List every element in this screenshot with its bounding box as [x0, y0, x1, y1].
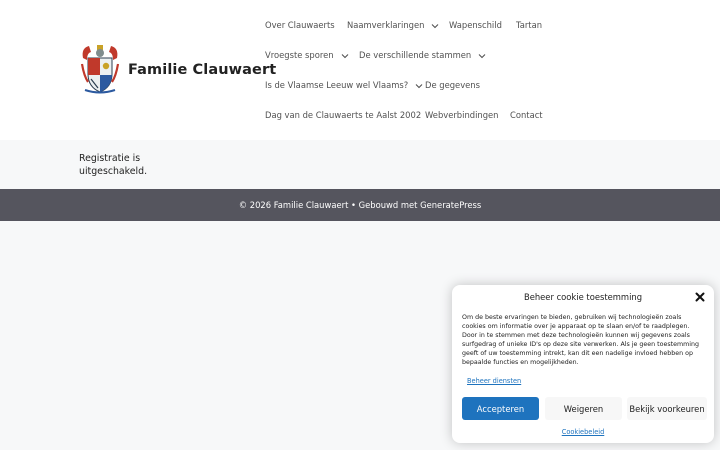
nav-item-webverbindingen[interactable]: Webverbindingen: [425, 109, 499, 121]
nav-item-label: Wapenschild: [449, 20, 502, 30]
chevron-down-icon: [415, 83, 423, 88]
nav-item-label: Is de Vlaamse Leeuw wel Vlaams?: [265, 80, 409, 90]
family-coat-of-arms-icon[interactable]: [79, 44, 121, 95]
nav-item-label: Naamverklaringen: [347, 20, 425, 30]
nav-item-label: Webverbindingen: [425, 110, 499, 120]
nav-item-label: Contact: [510, 110, 543, 120]
footer-built-with-link[interactable]: Gebouwd met GeneratePress: [359, 200, 482, 210]
accept-button[interactable]: Accepteren: [462, 397, 539, 420]
cookie-dialog-body: Om de beste ervaringen te bieden, gebrui…: [462, 314, 699, 366]
footer-separator: •: [348, 200, 359, 210]
nav-item-contact[interactable]: Contact: [510, 109, 543, 121]
nav-item-naamverklaringen[interactable]: Naamverklaringen: [347, 19, 439, 31]
cookie-policy-footer: Cookiebeleid: [452, 428, 714, 436]
cookie-consent-dialog: Beheer cookie toestemming Om de beste er…: [452, 285, 714, 443]
registration-disabled-message: Registratie is uitgeschakeld.: [79, 153, 148, 177]
close-icon[interactable]: [695, 292, 705, 302]
nav-item-de-verschillende-stammen[interactable]: De verschillende stammen: [359, 49, 486, 61]
manage-services-link[interactable]: Beheer diensten: [467, 377, 521, 385]
view-preferences-button[interactable]: Bekijk voorkeuren: [627, 397, 707, 420]
site-footer: © 2026 Familie Clauwaert • Gebouwd met G…: [0, 189, 720, 221]
nav-item-vroegste-sporen[interactable]: Vroegste sporen: [265, 49, 349, 61]
nav-item-de-gegevens[interactable]: De gegevens: [425, 79, 480, 91]
cookie-dialog-title: Beheer cookie toestemming: [523, 292, 643, 302]
nav-item-label: Vroegste sporen: [265, 50, 334, 60]
site-branding: Familie Clauwaert: [79, 44, 276, 95]
nav-item-vlaamse-leeuw[interactable]: Is de Vlaamse Leeuw wel Vlaams?: [265, 79, 423, 91]
chevron-down-icon: [478, 53, 486, 58]
nav-item-label: Over Clauwaerts: [265, 20, 335, 30]
cookie-policy-link[interactable]: Cookiebeleid: [562, 428, 605, 436]
nav-item-label: De gegevens: [425, 80, 480, 90]
nav-item-dag-van-de-clauwaerts[interactable]: Dag van de Clauwaerts te Aalst 2002: [265, 109, 421, 121]
site-title[interactable]: Familie Clauwaert: [128, 62, 276, 78]
nav-item-wapenschild[interactable]: Wapenschild: [449, 19, 502, 31]
chevron-down-icon: [341, 53, 348, 58]
footer-copyright: © 2026 Familie Clauwaert: [238, 200, 349, 210]
nav-item-label: De verschillende stammen: [359, 50, 472, 60]
nav-item-label: Dag van de Clauwaerts te Aalst 2002: [265, 110, 422, 120]
nav-item-label: Tartan: [516, 20, 543, 30]
site-header: Familie Clauwaert Over Clauwaerts Naamve…: [0, 0, 720, 140]
deny-button[interactable]: Weigeren: [545, 397, 622, 420]
chevron-down-icon: [432, 23, 439, 28]
nav-item-over-clauwaerts[interactable]: Over Clauwaerts: [265, 19, 335, 31]
nav-item-tartan[interactable]: Tartan: [516, 19, 542, 31]
